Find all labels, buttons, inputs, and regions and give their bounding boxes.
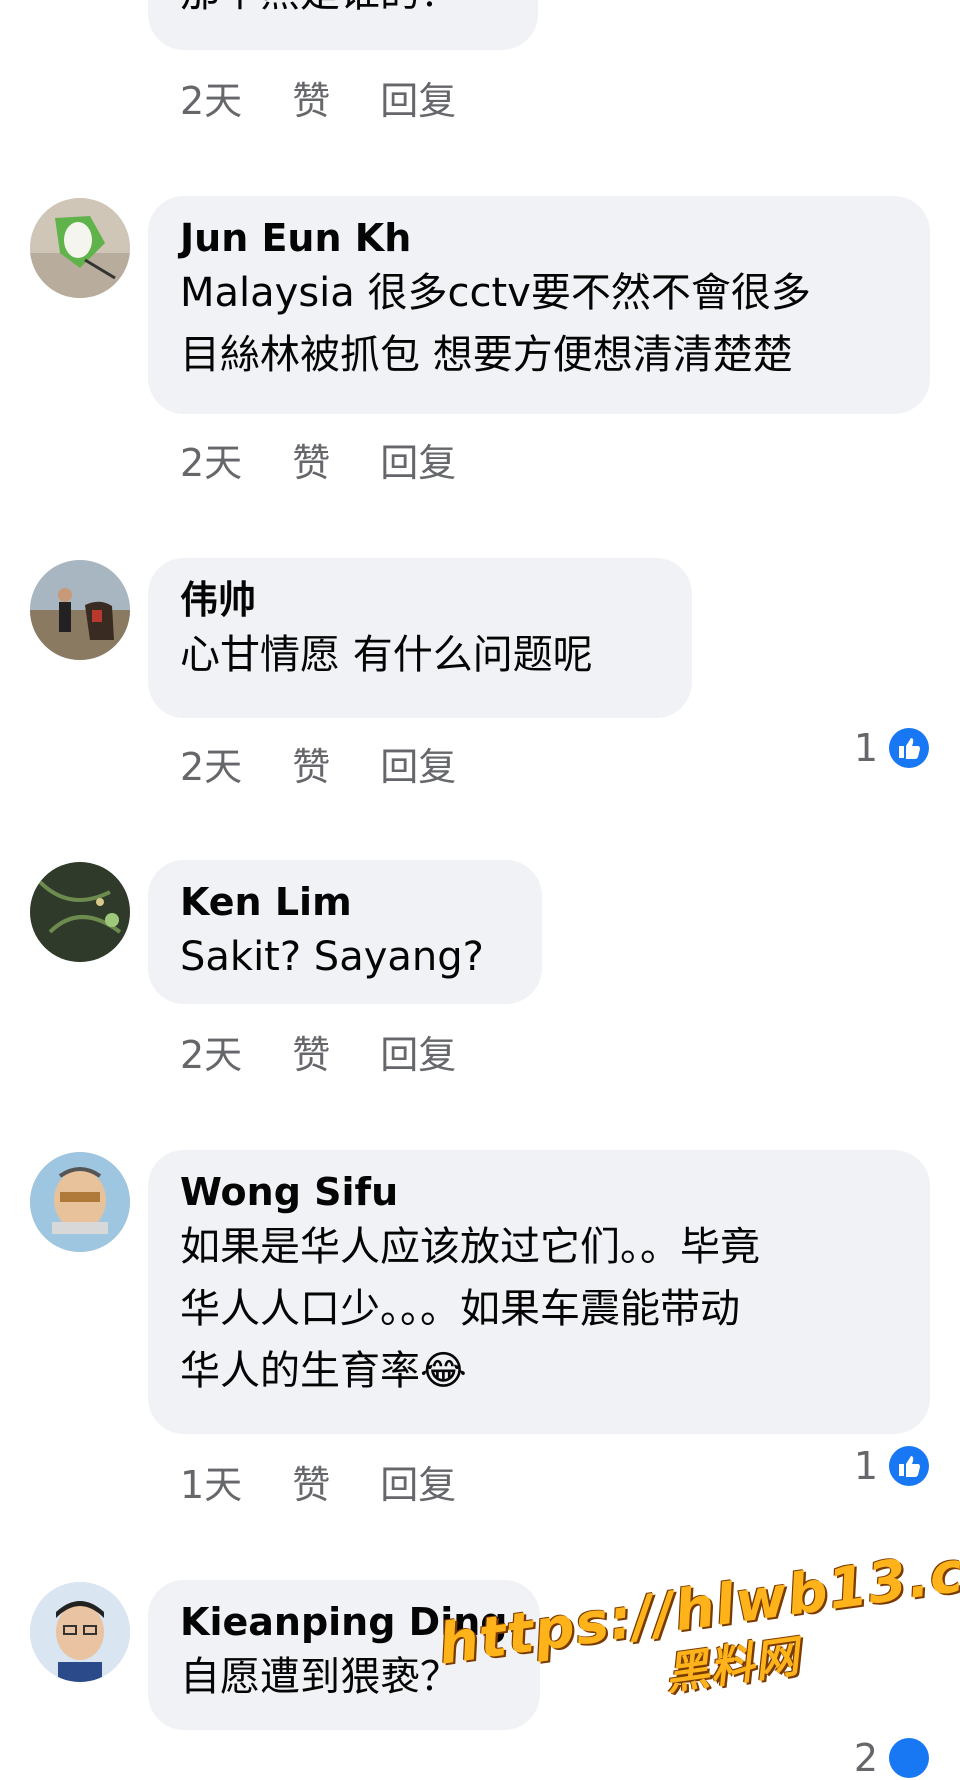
comment-actions: 1天 赞 回复 [180, 1454, 456, 1509]
avatar[interactable] [30, 1582, 130, 1682]
like-button[interactable]: 赞 [292, 70, 330, 125]
comment-time: 2天 [180, 79, 243, 123]
comment-time: 1天 [180, 1463, 243, 1507]
comment-author[interactable]: Wong Sifu [180, 1168, 898, 1216]
reaction-number: 1 [853, 1444, 878, 1488]
reply-button[interactable]: 回复 [380, 70, 456, 125]
comment-text: 那个熊是谁的？ [180, 0, 506, 24]
thumbs-up-icon [889, 1738, 929, 1778]
comment-actions: 2天 赞 回复 [180, 1024, 456, 1079]
avatar[interactable] [30, 1152, 130, 1252]
thumbs-up-icon [889, 1446, 929, 1486]
comment-text-line: 华人的生育率😂 [180, 1348, 467, 1394]
watermark-label: 黑料网 [661, 1631, 803, 1701]
comment-author[interactable]: Jun Eun Kh [180, 214, 898, 262]
reaction-number: 1 [853, 726, 878, 770]
avatar[interactable] [30, 198, 130, 298]
comment-text-line: 目絲林被抓包 想要方便想清清楚楚 [180, 332, 793, 378]
avatar[interactable] [30, 862, 130, 962]
reply-button[interactable]: 回复 [380, 1454, 456, 1509]
comment-actions: 2天 赞 回复 [180, 736, 456, 791]
like-button[interactable]: 赞 [292, 432, 330, 487]
comment-text-line: 华人人口少。。。如果车震能带动 [180, 1286, 740, 1332]
reaction-count[interactable]: 2 [854, 1736, 930, 1780]
comment-text-line: Sakit? Sayang? [180, 934, 484, 980]
comment-bubble: 伟帅 心甘情愿 有什么问题呢 [148, 558, 692, 718]
reaction-count[interactable]: 1 [854, 1444, 930, 1488]
comment-bubble: Kieanping Ding 自愿遭到猥亵？ [148, 1580, 540, 1730]
comment-text-line: Malaysia 很多cctv要不然不會很多 [180, 270, 811, 316]
comment-bubble: Jun Eun Kh Malaysia 很多cctv要不然不會很多 目絲林被抓包… [148, 196, 930, 414]
comment-actions: 2天 赞 回复 [180, 432, 456, 487]
reply-button[interactable]: 回复 [380, 736, 456, 791]
comment-time: 2天 [180, 441, 243, 485]
like-button[interactable]: 赞 [292, 736, 330, 791]
comment-author[interactable]: 伟帅 [180, 576, 660, 624]
comment-actions: 2天 赞 回复 [180, 70, 456, 125]
comment-bubble-partial: 那个熊是谁的？ [148, 0, 538, 50]
thumbs-up-icon [889, 728, 929, 768]
comment-text-line: 自愿遭到猥亵？ [180, 1654, 460, 1700]
reaction-number: 2 [853, 1736, 878, 1780]
comment-author[interactable]: Ken Lim [180, 878, 510, 926]
reaction-count[interactable]: 1 [854, 726, 930, 770]
reply-button[interactable]: 回复 [380, 1024, 456, 1079]
comment-time: 2天 [180, 1033, 243, 1077]
comment-time: 2天 [180, 745, 243, 789]
comment-bubble: Wong Sifu 如果是华人应该放过它们。。毕竟 华人人口少。。。如果车震能带… [148, 1150, 930, 1434]
comment-text-line: 心甘情愿 有什么问题呢 [180, 632, 593, 678]
avatar[interactable] [30, 560, 130, 660]
comment-author[interactable]: Kieanping Ding [180, 1598, 508, 1646]
like-button[interactable]: 赞 [292, 1454, 330, 1509]
like-button[interactable]: 赞 [292, 1024, 330, 1079]
comment-text-line: 如果是华人应该放过它们。。毕竟 [180, 1224, 760, 1270]
reply-button[interactable]: 回复 [380, 432, 456, 487]
comment-bubble: Ken Lim Sakit? Sayang? [148, 860, 542, 1004]
